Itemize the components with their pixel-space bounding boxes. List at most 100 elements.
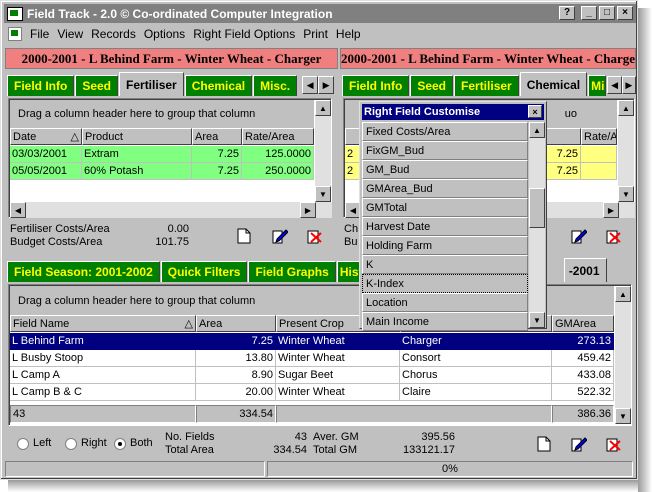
new-record-icon[interactable] (235, 227, 253, 245)
list-item[interactable]: Harvest Date (362, 217, 528, 236)
table-row[interactable]: L Behind Farm 7.25 Winter Wheat Charger … (10, 333, 614, 350)
right-budget-label: Bu (344, 236, 358, 248)
right-col-rate[interactable]: Rate/Ar (581, 128, 617, 145)
left-tab-fertiliser[interactable]: Fertiliser (119, 72, 184, 96)
right-field-header: 2000-2001 - L Behind Farm - Winter Wheat… (340, 48, 636, 69)
maximize-button[interactable]: □ (599, 6, 615, 20)
menu-file[interactable]: File (26, 27, 53, 41)
app-icon (7, 6, 23, 21)
list-item[interactable]: GM_Bud (362, 160, 528, 179)
tab-field-graphs[interactable]: Field Graphs (248, 261, 336, 282)
close-button[interactable]: × (617, 6, 633, 20)
right-tab-prev-icon[interactable]: ◀ (607, 76, 622, 94)
tab-quick-filters[interactable]: Quick Filters (160, 261, 248, 282)
edit-record-icon[interactable] (570, 227, 588, 245)
scroll-up-icon[interactable]: ▲ (529, 122, 545, 138)
col-gmarea[interactable]: GMArea (552, 315, 614, 332)
right-tab-field-info[interactable]: Field Info (342, 75, 410, 96)
menu-records[interactable]: Records (87, 27, 140, 41)
left-tab-prev-icon[interactable]: ◀ (302, 76, 319, 94)
right-tab-misc[interactable]: Mi (588, 75, 607, 96)
tab-field-season[interactable]: Field Season: 2001-2002 (7, 261, 160, 282)
scroll-up-icon[interactable]: ▲ (315, 100, 331, 116)
left-tab-next-icon[interactable]: ▶ (318, 76, 335, 94)
list-item[interactable]: Fixed Costs/Area (362, 122, 528, 141)
left-tab-chemical[interactable]: Chemical (184, 75, 253, 96)
table-row[interactable]: L Busby Stoop 13.80 Winter Wheat Consort… (10, 350, 614, 367)
col-product[interactable]: Product (82, 128, 192, 145)
list-item-selected[interactable]: K-Index (362, 274, 528, 293)
right-tab-chemical[interactable]: Chemical (519, 72, 588, 96)
no-fields-label: No. Fields (165, 431, 215, 443)
total-area: 334.54 (196, 405, 276, 423)
col-field-name[interactable]: Field Name △ (10, 315, 196, 332)
left-tab-misc[interactable]: Misc. (253, 75, 298, 96)
chemical-vscroll[interactable]: ▲ ▼ (618, 100, 634, 202)
radio-both[interactable] (114, 438, 126, 450)
scroll-thumb[interactable] (529, 188, 545, 228)
col-area[interactable]: Area (192, 128, 242, 145)
fertiliser-vscroll[interactable]: ▲ ▼ (315, 100, 331, 202)
radio-right[interactable] (65, 438, 77, 450)
col-rate[interactable]: Rate/Area (242, 128, 314, 145)
totals-row: 43 334.54 386.36 (10, 405, 614, 423)
left-tab-field-info[interactable]: Field Info (7, 75, 75, 96)
delete-record-icon[interactable] (605, 227, 623, 245)
tab-season-right[interactable]: -2001 (563, 258, 607, 282)
right-tab-fertiliser[interactable]: Fertiliser (454, 75, 519, 96)
menu-help[interactable]: Help (332, 27, 365, 41)
table-row[interactable]: 05/05/2001 60% Potash 7.25 250.0000 (10, 163, 314, 180)
col-area[interactable]: Area (196, 315, 276, 332)
right-costs-label: Ch (344, 223, 359, 235)
table-row[interactable]: L Camp B & C 20.00 Winter Wheat Claire 5… (10, 384, 614, 401)
scroll-down-icon[interactable]: ▼ (315, 186, 331, 202)
radio-left[interactable] (17, 438, 29, 450)
edit-record-icon[interactable] (570, 435, 588, 453)
menu-view[interactable]: View (53, 27, 87, 41)
scroll-right-icon[interactable]: ▶ (300, 202, 316, 218)
sort-asc-icon: △ (70, 131, 79, 143)
left-tab-seed[interactable]: Seed (75, 75, 119, 96)
scroll-up-icon[interactable]: ▲ (618, 100, 634, 116)
fields-vscroll[interactable]: ▲ ▼ (615, 286, 631, 424)
scroll-up-icon[interactable]: ▲ (615, 286, 631, 302)
fertiliser-hscroll[interactable]: ◀ ▶ (10, 202, 332, 218)
delete-record-icon[interactable] (306, 227, 324, 245)
menu-right-field-options[interactable]: Right Field Options (189, 27, 299, 41)
scroll-down-icon[interactable]: ▼ (615, 408, 631, 424)
list-item[interactable]: GMTotal (362, 198, 528, 217)
aver-gm-label: Aver. GM (313, 431, 359, 443)
menu-options[interactable]: Options (140, 27, 189, 41)
edit-record-icon[interactable] (271, 227, 289, 245)
list-item[interactable]: Location (362, 293, 528, 312)
help-button[interactable]: ? (559, 6, 575, 20)
new-record-icon[interactable] (535, 435, 553, 453)
right-tab-seed[interactable]: Seed (410, 75, 454, 96)
list-item[interactable]: K (362, 255, 528, 274)
popup-vscroll[interactable]: ▲ ▼ (529, 122, 545, 328)
popup-title[interactable]: Right Field Customise × (362, 104, 544, 120)
right-tab-next-icon[interactable]: ▶ (621, 76, 637, 94)
list-item[interactable]: FixGM_Bud (362, 141, 528, 160)
budget-costs-label: Budget Costs/Area (10, 236, 103, 248)
system-menu-icon[interactable] (8, 27, 22, 41)
scroll-left-icon[interactable]: ◀ (10, 202, 26, 218)
menu-print[interactable]: Print (299, 27, 332, 41)
list-item[interactable]: Main Income (362, 312, 528, 331)
scroll-down-icon[interactable]: ▼ (618, 186, 634, 202)
popup-close-button[interactable]: × (528, 105, 542, 118)
fertiliser-grid: Drag a column header here to group that … (8, 98, 332, 218)
total-gm: 386.36 (552, 405, 614, 423)
col-date[interactable]: Date △ (10, 128, 82, 145)
table-row[interactable]: L Camp A 8.90 Sugar Beet Chorus 433.08 (10, 367, 614, 384)
title-bar[interactable]: Field Track - 2.0 © Co-ordinated Compute… (4, 4, 636, 23)
delete-record-icon[interactable] (605, 435, 623, 453)
list-item[interactable]: Holding Farm (362, 236, 528, 255)
left-field-header: 2000-2001 - L Behind Farm - Winter Wheat… (5, 48, 338, 69)
scroll-down-icon[interactable]: ▼ (529, 312, 545, 328)
left-tab-row: Field Info Seed Fertiliser Chemical Misc… (7, 72, 337, 96)
list-item[interactable]: GMArea_Bud (362, 179, 528, 198)
table-row[interactable]: 03/03/2001 Extram 7.25 125.0000 (10, 146, 314, 163)
minimize-button[interactable]: _ (581, 6, 597, 20)
scroll-right-icon[interactable]: ▶ (603, 202, 619, 218)
